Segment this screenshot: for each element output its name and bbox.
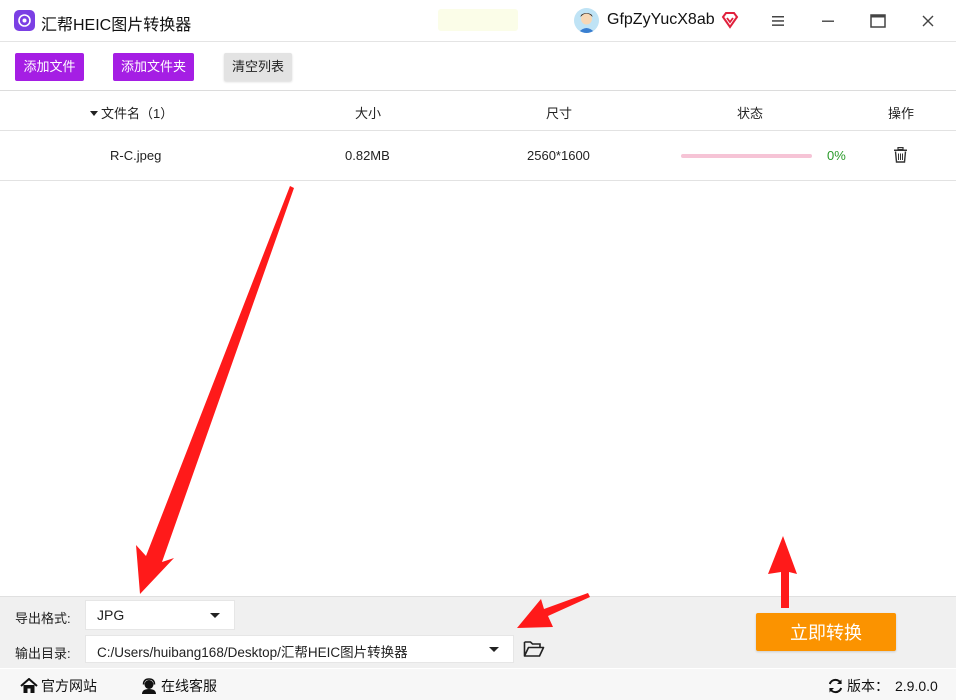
username[interactable]: GfpZyYucX8ab bbox=[607, 11, 715, 29]
version-label: 版本： bbox=[847, 678, 889, 694]
add-file-button[interactable]: 添加文件 bbox=[15, 53, 84, 81]
clear-list-button[interactable]: 清空列表 bbox=[224, 53, 292, 81]
file-size: 0.82MB bbox=[345, 148, 390, 163]
column-header-dimensions: 尺寸 bbox=[546, 106, 573, 121]
column-header-action: 操作 bbox=[888, 106, 915, 121]
trash-icon[interactable] bbox=[893, 146, 908, 166]
version-info[interactable]: 版本： 2.9.0.0 bbox=[827, 676, 938, 696]
file-dimensions: 2560*1600 bbox=[527, 148, 590, 163]
chevron-down-icon bbox=[489, 647, 499, 652]
add-folder-button[interactable]: 添加文件夹 bbox=[113, 53, 194, 81]
official-site-label: 官方网站 bbox=[41, 678, 97, 694]
column-header-size: 大小 bbox=[355, 106, 382, 121]
vip-diamond-icon[interactable] bbox=[720, 10, 740, 33]
progress-bar bbox=[681, 154, 812, 158]
headset-icon bbox=[142, 678, 156, 694]
home-icon bbox=[20, 678, 38, 693]
status-bar: 官方网站 在线客服 版本： 2.9.0.0 bbox=[0, 669, 956, 700]
file-list-empty-area[interactable] bbox=[0, 182, 956, 596]
title-highlight bbox=[438, 9, 518, 31]
table-header: 文件名（1） 大小 尺寸 状态 操作 bbox=[0, 92, 956, 131]
avatar[interactable] bbox=[574, 8, 599, 33]
output-dir-label: 输出目录: bbox=[15, 646, 71, 661]
online-service-link[interactable]: 在线客服 bbox=[140, 676, 217, 696]
version-value: 2.9.0.0 bbox=[895, 678, 938, 694]
title-bar: 汇帮HEIC图片转换器 GfpZyYucX8ab bbox=[0, 0, 956, 42]
official-site-link[interactable]: 官方网站 bbox=[20, 676, 97, 696]
progress-text: 0% bbox=[827, 148, 846, 163]
chevron-down-icon bbox=[210, 613, 220, 618]
convert-now-button[interactable]: 立即转换 bbox=[756, 613, 896, 651]
output-dir-value: C:/Users/huibang168/Desktop/汇帮HEIC图片转换器 bbox=[97, 645, 408, 660]
table-row[interactable]: R-C.jpeg 0.82MB 2560*1600 0% bbox=[0, 131, 956, 181]
minimize-icon[interactable] bbox=[815, 8, 841, 34]
toolbar: 添加文件 添加文件夹 清空列表 bbox=[0, 43, 956, 91]
app-title: 汇帮HEIC图片转换器 bbox=[41, 17, 192, 34]
column-header-status: 状态 bbox=[737, 106, 764, 121]
column-name-label: 文件名（1） bbox=[101, 106, 174, 121]
online-service-label: 在线客服 bbox=[161, 678, 217, 694]
folder-open-icon[interactable] bbox=[523, 640, 545, 658]
format-label: 导出格式: bbox=[15, 611, 71, 626]
format-select-value: JPG bbox=[97, 607, 125, 623]
settings-panel: 导出格式: JPG 输出目录: C:/Users/huibang168/Desk… bbox=[0, 596, 956, 668]
refresh-icon bbox=[828, 678, 843, 694]
app-logo-icon bbox=[14, 10, 35, 31]
sort-caret-icon bbox=[90, 111, 98, 117]
close-icon[interactable] bbox=[915, 8, 941, 34]
file-name: R-C.jpeg bbox=[110, 148, 162, 163]
format-select[interactable]: JPG bbox=[85, 600, 235, 630]
column-header-name[interactable]: 文件名（1） bbox=[90, 103, 173, 122]
output-dir-select[interactable]: C:/Users/huibang168/Desktop/汇帮HEIC图片转换器 bbox=[85, 635, 514, 663]
menu-icon[interactable] bbox=[765, 8, 791, 34]
maximize-icon[interactable] bbox=[865, 8, 891, 34]
